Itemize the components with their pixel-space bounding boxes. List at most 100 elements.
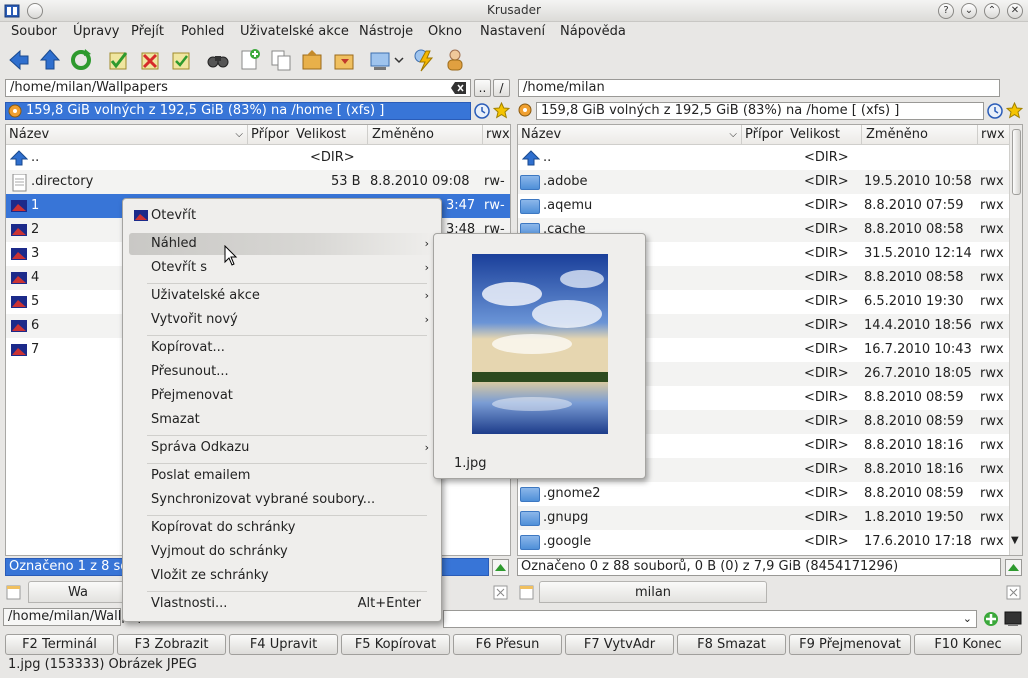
refresh-icon[interactable]: [68, 47, 94, 73]
col-name-header[interactable]: Název ⌵: [518, 125, 741, 145]
right-tab[interactable]: milan: [539, 581, 767, 603]
menu-item-move[interactable]: Přesunout...: [129, 361, 435, 383]
menu-item-user-actions[interactable]: Uživatelské akce ›: [129, 285, 435, 307]
f4-edit-button[interactable]: F4 Upravit: [229, 634, 338, 655]
left-tab[interactable]: Wa: [28, 581, 128, 603]
menu-view[interactable]: Pohled: [181, 24, 224, 39]
new-tab-icon[interactable]: [5, 583, 23, 601]
minimize-icon[interactable]: ⌄: [961, 3, 977, 19]
left-panel-toggle-icon[interactable]: [492, 559, 509, 576]
menu-item-open-with[interactable]: Otevřít s ›: [129, 257, 435, 279]
table-row[interactable]: .. <DIR>: [6, 146, 510, 170]
menu-item-rename[interactable]: Přejmenovat: [129, 385, 435, 407]
new-file-icon[interactable]: [237, 47, 263, 73]
f3-view-button[interactable]: F3 Zobrazit: [117, 634, 226, 655]
table-row[interactable]: .gnupg <DIR> 1.8.2010 19:50 rwx: [518, 506, 1009, 530]
col-ext-header[interactable]: Přípor: [247, 125, 293, 145]
menu-help[interactable]: Nápověda: [560, 24, 626, 39]
close-tab-icon[interactable]: [492, 583, 510, 601]
lightning-icon[interactable]: [411, 47, 437, 73]
up-icon[interactable]: [37, 47, 63, 73]
table-row[interactable]: .gnome2 <DIR> 8.8.2010 08:59 rwx: [518, 482, 1009, 506]
scrollbar-thumb[interactable]: [1012, 129, 1021, 195]
left-free-space-bar[interactable]: 159,8 GiB volných z 192,5 GiB (83%) na /…: [5, 102, 471, 120]
menu-item-copy-clipboard[interactable]: Kopírovat do schránky: [129, 517, 435, 539]
menu-item-open[interactable]: Otevřít: [129, 205, 435, 227]
f6-move-button[interactable]: F6 Přesun: [453, 634, 562, 655]
col-size-header[interactable]: Velikost: [787, 125, 861, 145]
menu-window[interactable]: Okno: [428, 24, 462, 39]
copy-file-icon[interactable]: [268, 47, 294, 73]
bookmark-star-icon[interactable]: [1005, 101, 1024, 119]
left-path-field[interactable]: /home/milan/Wallpapers: [5, 79, 471, 97]
add-icon[interactable]: [983, 611, 999, 627]
separator: [147, 463, 427, 464]
menu-user-actions[interactable]: Uživatelské akce: [240, 24, 349, 39]
left-root-button[interactable]: /: [493, 79, 510, 97]
new-tab-icon[interactable]: [518, 583, 536, 601]
right-free-space-bar[interactable]: 159,8 GiB volných z 192,5 GiB (83%) na /…: [536, 102, 984, 120]
table-row[interactable]: .directory 53 B 8.8.2010 09:08 rw-: [6, 170, 510, 194]
bookmark-star-icon[interactable]: [492, 101, 511, 119]
table-row[interactable]: .adobe <DIR> 19.5.2010 10:58 rwx: [518, 170, 1009, 194]
right-path-field[interactable]: /home/milan: [518, 79, 1000, 97]
menu-item-copy[interactable]: Kopírovat...: [129, 337, 435, 359]
chevron-down-icon[interactable]: [393, 47, 405, 73]
col-perm-header[interactable]: rwx: [482, 125, 510, 145]
root-user-icon[interactable]: [442, 47, 468, 73]
maximize-icon[interactable]: ⌃: [984, 3, 1000, 19]
menu-go[interactable]: Přejít: [131, 24, 164, 39]
history-icon[interactable]: [987, 103, 1003, 119]
table-row[interactable]: .aqemu <DIR> 8.8.2010 07:59 rwx: [518, 194, 1009, 218]
menu-item-create-new[interactable]: Vytvořit nový ›: [129, 309, 435, 331]
menu-item-synchronize[interactable]: Synchronizovat vybrané soubory...: [129, 489, 435, 511]
f10-quit-button[interactable]: F10 Konec: [914, 634, 1022, 655]
history-icon[interactable]: [474, 103, 490, 119]
image-thumbnail[interactable]: [472, 254, 608, 434]
pack-icon[interactable]: [299, 47, 325, 73]
f8-delete-button[interactable]: F8 Smazat: [677, 634, 786, 655]
menu-item-paste-clipboard[interactable]: Vložit ze schránky: [129, 565, 435, 587]
close-tab-icon[interactable]: [1005, 583, 1023, 601]
table-row[interactable]: .. <DIR>: [518, 146, 1009, 170]
preview-submenu: 1.jpg: [433, 233, 646, 479]
command-line-input[interactable]: ⌄: [443, 610, 977, 628]
back-icon[interactable]: [6, 47, 32, 73]
menu-settings[interactable]: Nastavení: [480, 24, 545, 39]
close-icon[interactable]: ✕: [1007, 3, 1023, 19]
left-parent-button[interactable]: ..: [474, 79, 491, 97]
help-icon[interactable]: ?: [938, 3, 954, 19]
menu-edit[interactable]: Úpravy: [73, 24, 119, 39]
menu-item-properties[interactable]: Vlastnosti... Alt+Enter: [129, 593, 435, 615]
menu-item-preview[interactable]: Náhled ›: [129, 233, 435, 255]
right-scrollbar[interactable]: ▼: [1009, 125, 1022, 555]
f5-copy-button[interactable]: F5 Kopírovat: [341, 634, 450, 655]
col-modified-header[interactable]: Změněno: [861, 125, 977, 145]
col-ext-header[interactable]: Přípor: [741, 125, 787, 145]
col-perm-header[interactable]: rwx: [977, 125, 1010, 145]
table-row[interactable]: .google <DIR> 17.6.2010 17:18 rwx: [518, 530, 1009, 554]
unselect-icon[interactable]: [137, 47, 163, 73]
select-icon[interactable]: [105, 47, 131, 73]
menu-item-send-email[interactable]: Poslat emailem: [129, 465, 435, 487]
menu-item-link-manage[interactable]: Správa Odkazu ›: [129, 437, 435, 459]
network-icon[interactable]: [368, 47, 394, 73]
menu-file[interactable]: Soubor: [11, 24, 57, 39]
col-modified-header[interactable]: Změněno: [367, 125, 482, 145]
search-icon[interactable]: [205, 47, 231, 73]
unpack-icon[interactable]: [331, 47, 357, 73]
f9-rename-button[interactable]: F9 Přejmenovat: [789, 634, 911, 655]
col-name-header[interactable]: Název ⌵: [6, 125, 247, 145]
col-size-header[interactable]: Velikost: [293, 125, 367, 145]
menu-item-delete[interactable]: Smazat: [129, 409, 435, 431]
chevron-down-icon[interactable]: ⌄: [963, 611, 972, 627]
menu-tools[interactable]: Nástroje: [359, 24, 413, 39]
right-panel-toggle-icon[interactable]: [1005, 559, 1022, 576]
terminal-icon[interactable]: [1004, 611, 1022, 627]
f2-terminal-button[interactable]: F2 Terminál: [5, 634, 114, 655]
f7-mkdir-button[interactable]: F7 VytvAdr: [565, 634, 674, 655]
invert-selection-icon[interactable]: [168, 47, 194, 73]
menu-item-cut-clipboard[interactable]: Vyjmout do schránky: [129, 541, 435, 563]
clear-path-icon[interactable]: [451, 81, 467, 95]
scroll-down-icon[interactable]: ▼: [1011, 535, 1019, 546]
